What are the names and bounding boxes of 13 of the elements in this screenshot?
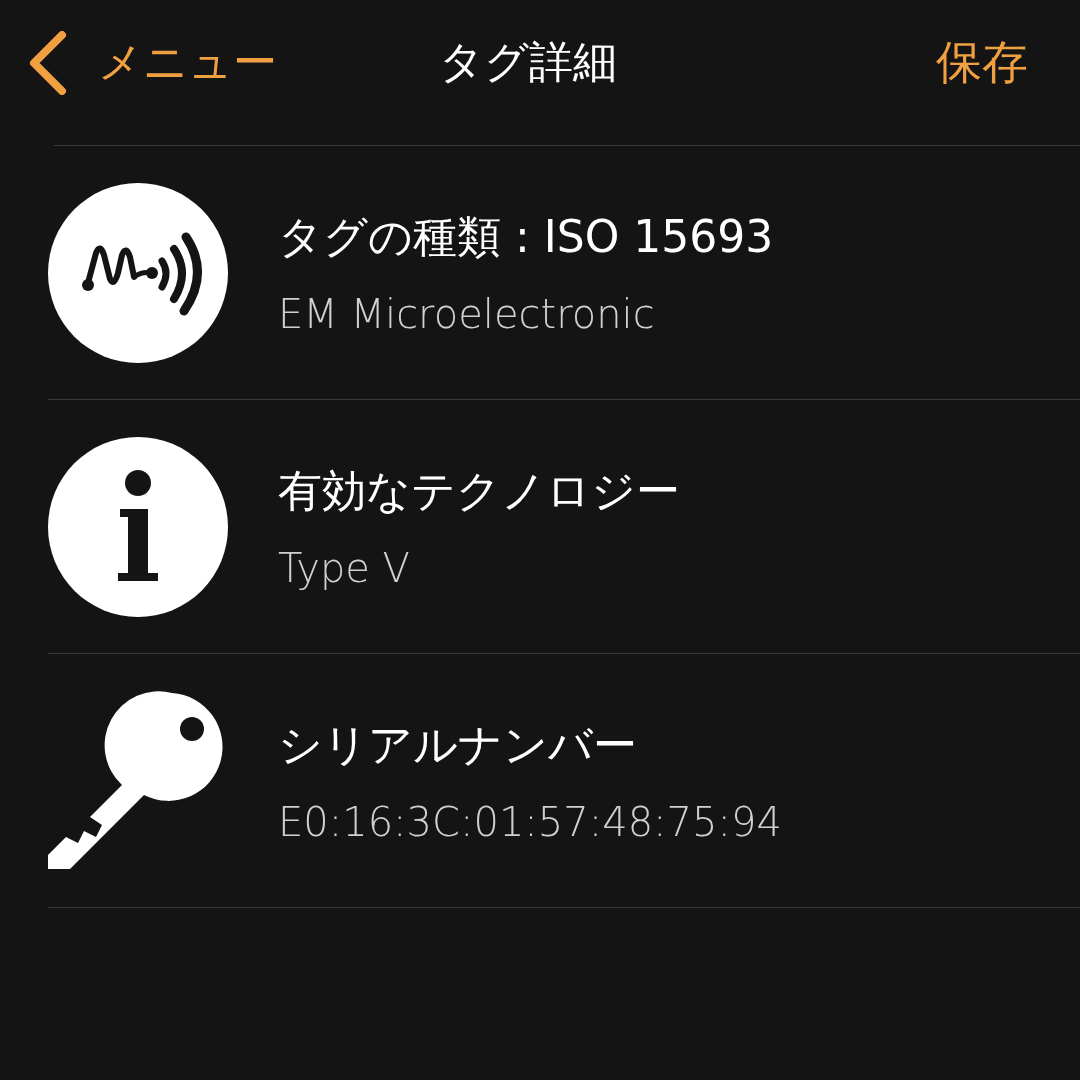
- row-value: EM Microelectronic: [278, 291, 656, 337]
- back-label: メニュー: [98, 35, 277, 89]
- row-title: シリアルナンバー: [278, 718, 638, 772]
- chevron-left-icon: [28, 30, 68, 95]
- row-value: Type V: [278, 545, 411, 591]
- row-title: タグの種類 : ISO 15693: [278, 210, 774, 264]
- row-value: E0:16:3C:01:57:48:75:94: [278, 799, 782, 845]
- screen-title: タグ詳細: [439, 35, 617, 89]
- back-button[interactable]: メニュー: [28, 30, 277, 95]
- row-title: 有効なテクノロジー: [278, 464, 680, 518]
- nfc-icon: [48, 182, 228, 363]
- save-button[interactable]: 保存: [936, 31, 1028, 94]
- info-icon: [48, 436, 228, 617]
